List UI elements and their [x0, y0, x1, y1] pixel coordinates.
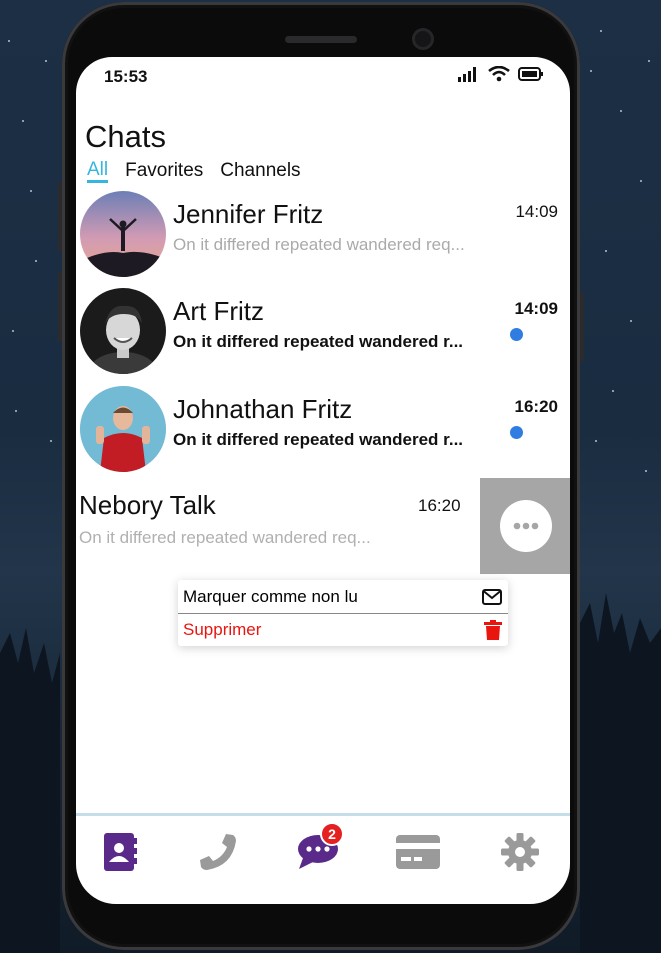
more-options-button[interactable]	[500, 500, 552, 552]
tab-channels[interactable]: Channels	[220, 160, 300, 183]
phone-icon	[200, 834, 236, 870]
nav-chats[interactable]: 2	[296, 822, 344, 874]
chat-name: Johnathan Fritz	[173, 394, 353, 424]
status-bar: 15:53	[76, 57, 570, 95]
chat-time: 16:20	[514, 397, 558, 416]
chat-context-menu: Marquer comme non lu Supprimer	[178, 580, 508, 646]
chat-row-nebory-talk[interactable]: Nebory Talk On it differed repeated wand…	[76, 478, 570, 574]
battery-icon	[518, 67, 543, 81]
power-button	[580, 292, 584, 362]
tab-all[interactable]: All	[87, 160, 109, 183]
avatar	[80, 288, 166, 374]
mark-unread-label: Marquer comme non lu	[183, 587, 358, 606]
delete-menu-item[interactable]: Supprimer	[178, 614, 508, 646]
avatar	[80, 386, 166, 472]
app-screen: 15:53 Chats All Favorites Channels Jenni…	[76, 57, 570, 904]
chat-name: Jennifer Fritz	[173, 199, 324, 229]
wifi-icon	[488, 66, 510, 82]
chat-preview: On it differed repeated wandered r...	[173, 430, 464, 449]
gear-icon	[501, 833, 539, 871]
chat-row-johnathan-fritz[interactable]: Johnathan Fritz On it differed repeated …	[76, 383, 570, 479]
chat-preview: On it differed repeated wandered req...	[79, 528, 371, 547]
volume-button	[58, 272, 62, 342]
nav-contacts[interactable]	[98, 830, 142, 874]
bottom-navigation: 2	[76, 813, 570, 904]
delete-label: Supprimer	[183, 620, 262, 639]
envelope-icon	[482, 589, 502, 605]
chat-preview: On it differed repeated wandered r...	[173, 332, 464, 351]
swipe-actions-panel	[480, 478, 570, 574]
unread-indicator	[510, 328, 523, 341]
chat-filter-tabs: All Favorites Channels	[87, 160, 301, 183]
volume-button	[58, 182, 62, 252]
earpiece-speaker	[285, 36, 357, 43]
ellipsis-icon	[513, 522, 539, 530]
chat-name: Nebory Talk	[79, 490, 216, 520]
unread-indicator	[510, 426, 523, 439]
chat-row-jennifer-fritz[interactable]: Jennifer Fritz On it differed repeated w…	[76, 188, 570, 284]
mark-unread-menu-item[interactable]: Marquer comme non lu	[178, 581, 508, 613]
trash-icon	[484, 620, 502, 640]
chat-name: Art Fritz	[173, 296, 264, 326]
front-camera	[412, 28, 434, 50]
chat-preview: On it differed repeated wandered req...	[173, 235, 465, 254]
nav-settings[interactable]	[498, 830, 542, 874]
unread-count-badge: 2	[320, 822, 344, 846]
page-title: Chats	[85, 119, 166, 154]
nav-calls[interactable]	[196, 830, 240, 874]
chat-row-art-fritz[interactable]: Art Fritz On it differed repeated wander…	[76, 285, 570, 381]
avatar	[80, 191, 166, 277]
chat-time: 14:09	[514, 299, 558, 318]
status-time: 15:53	[104, 67, 148, 86]
signal-icon	[458, 67, 476, 82]
nav-payments[interactable]	[396, 830, 440, 874]
chat-time: 16:20	[418, 496, 461, 515]
card-icon	[396, 835, 440, 869]
chat-time: 14:09	[515, 202, 558, 221]
contacts-icon	[104, 833, 137, 871]
tab-favorites[interactable]: Favorites	[125, 160, 203, 183]
